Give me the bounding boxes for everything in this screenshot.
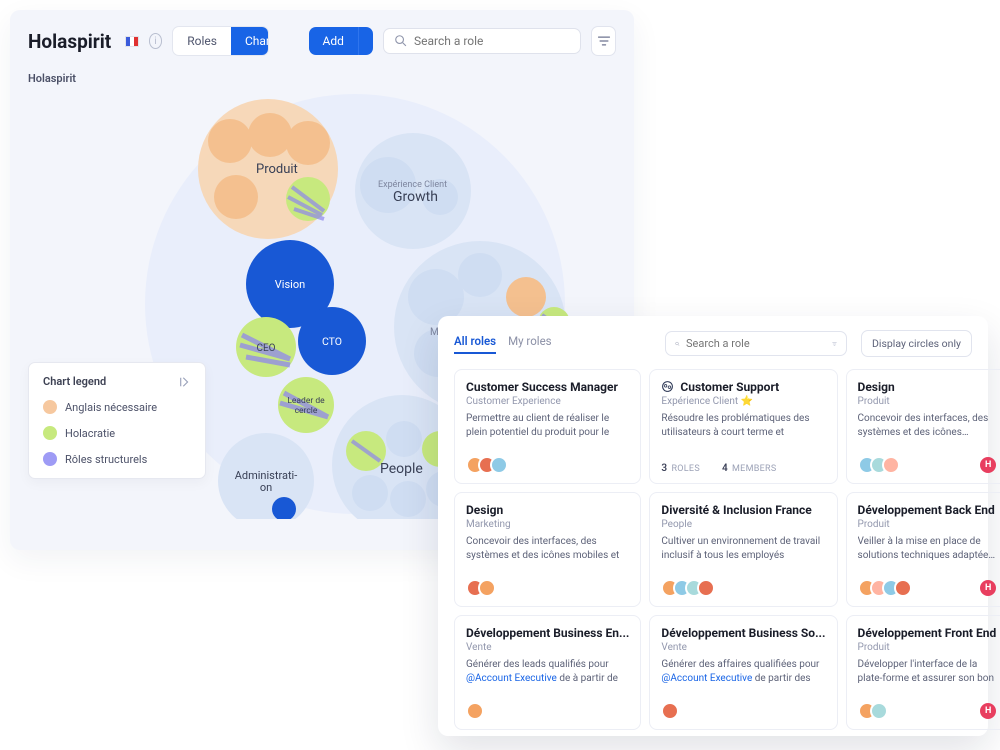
role-circle: Produit <box>858 519 997 530</box>
legend-label: Rôles structurels <box>65 453 147 466</box>
role-counts: 3ROLES 4MEMBERS <box>661 463 776 474</box>
filter-icon[interactable] <box>832 338 837 350</box>
role-title: Développement Front End <box>858 626 997 640</box>
view-segmented-control: Roles Chart <box>172 26 269 56</box>
roles-search-field[interactable] <box>665 331 847 356</box>
role-circle: Customer Experience <box>466 396 629 407</box>
role-title: Design <box>858 380 997 394</box>
member-avatars <box>466 456 508 474</box>
member-avatars <box>466 579 496 597</box>
add-button-group: Add <box>309 27 373 55</box>
member-avatars <box>858 702 888 720</box>
circle-people[interactable]: People <box>380 461 423 477</box>
circle-growth[interactable]: Growth <box>393 189 438 205</box>
member-avatars <box>858 456 900 474</box>
tab-my-roles[interactable]: My roles <box>508 334 552 354</box>
roles-grid: Customer Success Manager Customer Experi… <box>454 369 972 730</box>
legend-row: Holacratie <box>43 426 191 440</box>
role-title: Design <box>466 503 629 517</box>
circle-ceo[interactable]: CEO <box>256 343 275 354</box>
search-icon <box>394 34 408 48</box>
role-desc: Générer des affaires qualifiées pour @Ac… <box>661 658 825 685</box>
role-circle: Produit <box>858 396 997 407</box>
role-title: Customer Success Manager <box>466 380 629 394</box>
member-avatars <box>661 702 679 720</box>
seg-roles[interactable]: Roles <box>173 27 231 55</box>
filter-button[interactable] <box>591 26 616 56</box>
roles-panel-header: All roles My roles Display circles only <box>454 330 972 357</box>
role-card[interactable]: Développement Business En... Vente Génér… <box>454 615 641 730</box>
display-circles-toggle[interactable]: Display circles only <box>861 330 972 357</box>
flag-icon <box>125 36 139 47</box>
role-desc: Permettre au client de réaliser le plein… <box>466 412 629 439</box>
role-desc: Générer des leads qualifiés pour @Accoun… <box>466 658 629 685</box>
role-circle: People <box>661 519 825 530</box>
role-card[interactable]: Customer Success Manager Customer Experi… <box>454 369 641 484</box>
role-card[interactable]: Développement Business So... Vente Génér… <box>649 615 837 730</box>
holacracy-badge: H <box>980 457 996 473</box>
legend-label: Holacratie <box>65 427 115 440</box>
circle-icon <box>661 380 674 393</box>
header-bar: Holaspirit i Roles Chart Add <box>10 10 634 72</box>
legend-label: Anglais nécessaire <box>65 401 157 414</box>
add-dropdown[interactable] <box>358 27 373 55</box>
role-circle: Vente <box>661 642 825 653</box>
legend-dot <box>43 400 57 414</box>
role-desc: Concevoir des interfaces, des systèmes e… <box>466 535 629 562</box>
filter-icon <box>597 34 611 48</box>
search-role-input[interactable] <box>414 34 570 48</box>
member-avatars <box>858 579 912 597</box>
seg-chart[interactable]: Chart <box>231 27 269 55</box>
role-circle: Produit <box>858 642 997 653</box>
roles-tabs: All roles My roles <box>454 334 552 354</box>
circle-cto[interactable]: CTO <box>322 335 342 348</box>
role-card[interactable]: Design Produit Concevoir des interfaces,… <box>846 369 1000 484</box>
add-button[interactable]: Add <box>309 27 358 55</box>
member-avatars <box>661 579 715 597</box>
role-title: Développement Business En... <box>466 626 629 640</box>
circle-produit[interactable]: Produit <box>256 162 298 177</box>
legend-dot <box>43 452 57 466</box>
role-desc: Résoudre les problématiques des utilisat… <box>661 412 825 439</box>
role-title: Diversité & Inclusion France <box>661 503 825 517</box>
info-icon[interactable]: i <box>149 33 163 49</box>
roles-search-input[interactable] <box>686 337 826 350</box>
tab-all-roles[interactable]: All roles <box>454 334 496 354</box>
circle-vision[interactable]: Vision <box>275 278 305 291</box>
search-role-field[interactable] <box>383 28 581 54</box>
role-desc: Veiller à la mise en place de solutions … <box>858 535 997 562</box>
role-card[interactable]: Développement Front End Produit Développ… <box>846 615 1000 730</box>
legend-row: Anglais nécessaire <box>43 400 191 414</box>
role-desc: Développer l'interface de la plate-forme… <box>858 658 997 685</box>
role-title: Développement Business So... <box>661 626 825 640</box>
role-desc: Cultiver un environnement de travail inc… <box>661 535 825 562</box>
legend-dot <box>43 426 57 440</box>
legend-title: Chart legend <box>43 375 106 388</box>
holacracy-badge: H <box>980 580 996 596</box>
search-icon <box>675 338 680 350</box>
legend-row: Rôles structurels <box>43 452 191 466</box>
role-card[interactable]: Design Marketing Concevoir des interface… <box>454 492 641 607</box>
role-card[interactable]: Développement Back End Produit Veiller à… <box>846 492 1000 607</box>
role-circle: Marketing <box>466 519 629 530</box>
role-title: Customer Support <box>661 380 825 394</box>
role-title: Développement Back End <box>858 503 997 517</box>
breadcrumb[interactable]: Holaspirit <box>10 72 634 89</box>
workspace-title: Holaspirit <box>28 30 111 53</box>
role-circle: Vente <box>466 642 629 653</box>
roles-list-panel: All roles My roles Display circles only … <box>438 316 988 736</box>
chart-legend-panel: Chart legend Anglais nécessaire Holacrat… <box>28 362 206 479</box>
member-avatars <box>466 702 484 720</box>
collapse-icon[interactable] <box>179 376 191 388</box>
holacracy-badge: H <box>980 703 996 719</box>
role-card[interactable]: Customer Support Expérience Client ⭐ Rés… <box>649 369 837 484</box>
role-circle: Expérience Client ⭐ <box>661 396 825 407</box>
role-card[interactable]: Diversité & Inclusion France People Cult… <box>649 492 837 607</box>
role-desc: Concevoir des interfaces, des systèmes e… <box>858 412 997 439</box>
